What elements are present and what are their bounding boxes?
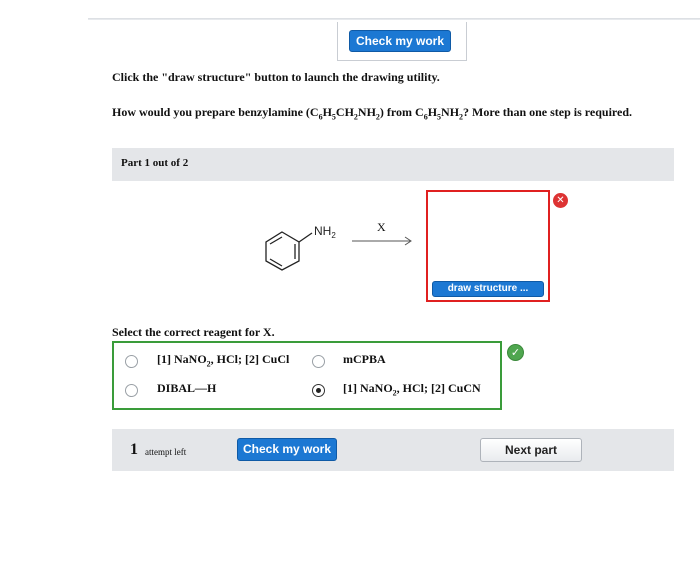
reagent-x-label: X xyxy=(377,220,386,234)
radio-option-4-selected[interactable] xyxy=(312,384,325,397)
option-label-2[interactable]: mCPBA xyxy=(343,352,386,367)
question-text: How would you prepare benzylamine (C6H5C… xyxy=(112,105,633,122)
amine-label: NH2 xyxy=(314,224,336,240)
part-header-bar xyxy=(112,148,674,181)
option-label-3[interactable]: DIBAL—H xyxy=(157,381,216,396)
footer-bar xyxy=(112,429,674,471)
next-part-button[interactable]: Next part xyxy=(480,438,582,462)
draw-structure-button[interactable]: draw structure ... xyxy=(432,281,544,297)
instructions-text: Click the "draw structure" button to lau… xyxy=(112,70,440,84)
part-label: Part 1 out of 2 xyxy=(121,157,189,169)
attempts-count: 1 xyxy=(130,441,138,458)
top-divider xyxy=(88,18,700,20)
checkmark-circle-icon: ✓ xyxy=(507,344,524,361)
radio-option-3[interactable] xyxy=(125,384,138,397)
x-circle-icon[interactable]: ✕ xyxy=(553,193,568,208)
select-reagent-prompt: Select the correct reagent for X. xyxy=(112,325,275,339)
option-label-1[interactable]: [1] NaNO2, HCl; [2] CuCl xyxy=(157,352,289,368)
radio-option-2[interactable] xyxy=(312,355,325,368)
attempts-text: attempt left xyxy=(145,447,187,457)
check-my-work-button[interactable]: Check my work xyxy=(237,438,337,461)
radio-option-1[interactable] xyxy=(125,355,138,368)
reaction-arrow xyxy=(352,236,412,246)
aniline-structure: NH2 xyxy=(265,224,336,271)
option-label-4[interactable]: [1] NaNO2, HCl; [2] CuCN xyxy=(343,381,481,397)
check-my-work-button-top[interactable]: Check my work xyxy=(349,30,451,52)
